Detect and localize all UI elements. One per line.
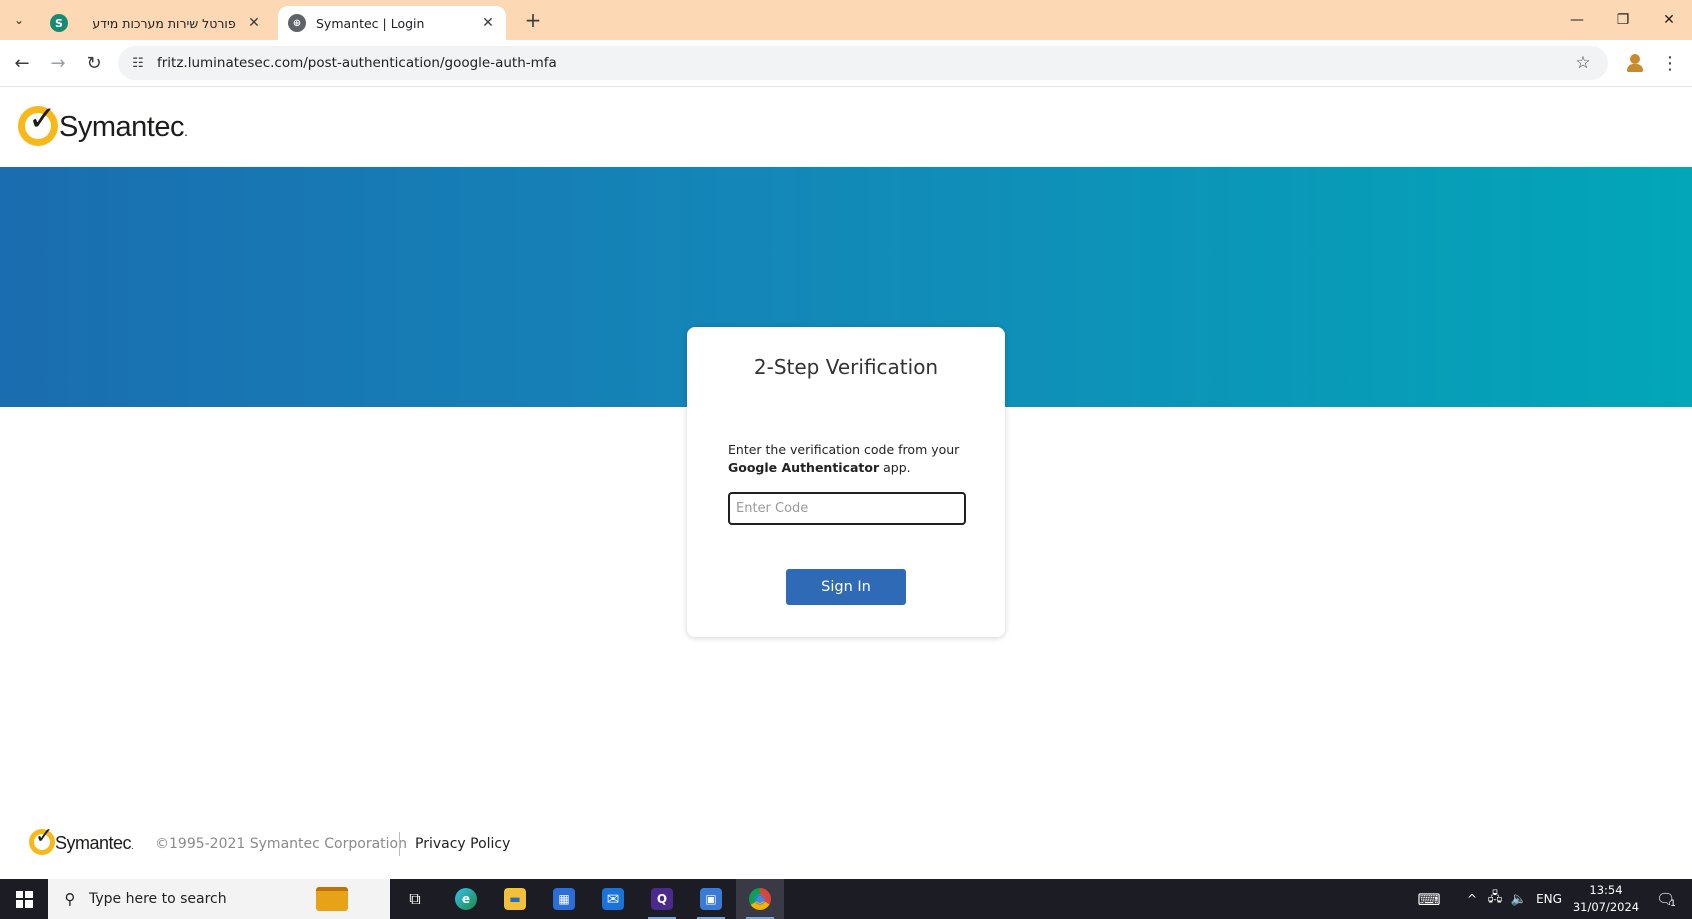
footer-symantec-logo: ✓ Symantec. — [29, 826, 134, 856]
browser-menu-icon[interactable]: ⋮ — [1658, 50, 1682, 76]
copyright-text: ©1995-2021 Symantec Corporation — [155, 836, 407, 852]
bookmark-star-icon[interactable]: ☆ — [1572, 52, 1594, 74]
app-q-button[interactable]: Q — [638, 879, 686, 919]
start-button[interactable] — [0, 879, 48, 919]
window-close-icon[interactable]: ✕ — [1646, 0, 1692, 40]
restore-icon[interactable]: ❐ — [1600, 0, 1646, 40]
task-view-button[interactable]: ⧉ — [391, 879, 439, 919]
volume-icon[interactable]: 🔈 — [1508, 879, 1530, 919]
browser-tab-bar: ⌄ S פורטל שירות מערכות מידע ✕ ⊕ Symantec… — [0, 0, 1692, 40]
logo-wordmark: Symantec. — [55, 833, 134, 853]
reload-icon[interactable]: ↻ — [80, 49, 108, 77]
back-icon[interactable]: ← — [8, 49, 36, 77]
authenticator-app-name: Google Authenticator — [728, 460, 880, 475]
new-tab-button[interactable]: + — [520, 8, 546, 32]
tab-close-icon[interactable]: ✕ — [480, 15, 496, 31]
tab-title: Symantec | Login — [316, 15, 425, 31]
forward-icon[interactable]: → — [44, 49, 72, 77]
address-bar[interactable]: ☷ fritz.luminatesec.com/post-authenticat… — [118, 46, 1608, 80]
tab-symantec-login[interactable]: ⊕ Symantec | Login ✕ — [278, 6, 506, 40]
tab-search-icon[interactable]: ⌄ — [6, 8, 32, 32]
taskbar-search-box[interactable]: ⚲ Type here to search — [48, 879, 390, 919]
edge-button[interactable]: e — [442, 879, 490, 919]
search-placeholder: Type here to search — [89, 891, 227, 907]
folder-icon: ▬ — [504, 888, 526, 910]
page-header: ✓ Symantec. — [0, 88, 1692, 167]
url-text[interactable]: fritz.luminatesec.com/post-authenticatio… — [157, 55, 557, 71]
privacy-policy-link[interactable]: Privacy Policy — [415, 836, 510, 852]
windows-logo-icon — [15, 890, 33, 908]
edge-icon: e — [455, 888, 477, 910]
store-button[interactable]: ▦ — [540, 879, 588, 919]
logo-wordmark: Symantec. — [59, 111, 188, 143]
windows-taskbar: ⚲ Type here to search ⧉ e ▬ ▦ ✉ Q ▣ ◉ ⌨ … — [0, 879, 1692, 919]
store-icon: ▦ — [553, 888, 575, 910]
language-indicator[interactable]: ENG — [1534, 879, 1564, 919]
service-portal-favicon-icon: S — [50, 14, 68, 32]
clock-date: 31/07/2024 — [1572, 900, 1640, 914]
clock-time: 13:54 — [1589, 883, 1623, 897]
symantec-check-icon: ✓ — [18, 102, 58, 146]
site-info-icon[interactable]: ☷ — [128, 53, 148, 73]
briefcase-icon — [316, 887, 348, 911]
mail-button[interactable]: ✉ — [589, 879, 637, 919]
search-icon: ⚲ — [64, 890, 76, 908]
browser-toolbar: ← → ↻ ☷ fritz.luminatesec.com/post-authe… — [0, 40, 1692, 87]
remote-desktop-icon: ▣ — [700, 888, 722, 910]
tab-close-icon[interactable]: ✕ — [246, 15, 262, 31]
footer-divider — [399, 832, 400, 856]
tab-title: פורטל שירות מערכות מידע — [92, 15, 236, 31]
mail-icon: ✉ — [602, 888, 624, 910]
task-view-icon: ⧉ — [409, 889, 421, 908]
verification-card: 2-Step Verification Enter the verificati… — [687, 327, 1005, 637]
notifications-icon[interactable]: 🗨 1 — [1648, 879, 1684, 919]
minimize-icon[interactable]: — — [1554, 0, 1600, 40]
taskbar-clock[interactable]: 13:54 31/07/2024 — [1566, 882, 1646, 916]
sign-in-button[interactable]: Sign In — [786, 569, 906, 605]
card-title: 2-Step Verification — [753, 355, 939, 379]
show-hidden-icons-icon[interactable]: ^ — [1462, 879, 1482, 919]
profile-avatar-icon[interactable] — [1622, 50, 1648, 76]
symantec-check-icon: ✓ — [29, 826, 55, 855]
notification-count: 1 — [1670, 899, 1676, 909]
globe-icon: ⊕ — [288, 14, 306, 32]
verification-instructions: Enter the verification code from your Go… — [728, 442, 960, 475]
remote-desktop-button[interactable]: ▣ — [687, 879, 735, 919]
verification-code-input[interactable] — [728, 492, 966, 525]
network-icon[interactable]: 🖧 — [1484, 879, 1506, 919]
chrome-button[interactable]: ◉ — [736, 879, 784, 919]
page-footer: ✓ Symantec. ©1995-2021 Symantec Corporat… — [0, 820, 1692, 872]
tab-service-portal[interactable]: S פורטל שירות מערכות מידע ✕ — [40, 6, 272, 40]
keyboard-icon[interactable]: ⌨ — [1412, 879, 1446, 919]
file-explorer-button[interactable]: ▬ — [491, 879, 539, 919]
chrome-icon: ◉ — [749, 888, 771, 910]
app-q-icon: Q — [651, 888, 673, 910]
symantec-logo: ✓ Symantec. — [18, 102, 188, 148]
